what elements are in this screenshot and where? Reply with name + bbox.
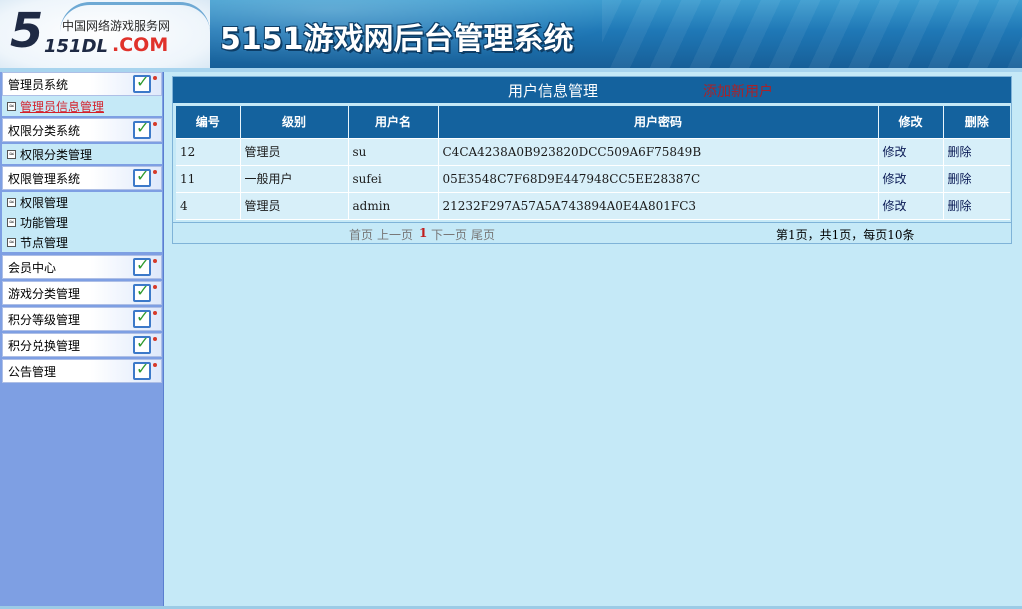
sidebar-item-function-manage[interactable]: ≈ 功能管理 (2, 212, 162, 232)
cell-level: 管理员 (240, 191, 349, 220)
sidebar-section-label: 公告管理 (8, 364, 57, 379)
checklist-icon: ✓ (131, 307, 161, 330)
sidebar-item-node-manage[interactable]: ≈ 节点管理 (2, 232, 162, 252)
sidebar-item-label: 权限分类管理 (20, 147, 93, 162)
column-header-delete: 删除 (943, 106, 1010, 138)
sidebar-section-label: 权限管理系统 (8, 171, 81, 186)
bullet-icon: ≈ (7, 217, 16, 227)
sidebar-item-permission-manage[interactable]: ≈ 权限管理 (2, 192, 162, 212)
sidebar-section-announcements[interactable]: 公告管理 ✓ (2, 359, 162, 383)
sidebar-item-label: 管理员信息管理 (20, 99, 105, 114)
header-banner: 5 中国网络游戏服务网 151DL .COM 5151游戏网后台管理系统 (0, 0, 1022, 68)
add-user-link[interactable]: 添加新用户 (703, 81, 773, 101)
edit-link[interactable]: 修改 (878, 191, 944, 220)
sidebar-item-permission-category-manage[interactable]: ≈ 权限分类管理 (2, 144, 92, 164)
sidebar-section-permission-category[interactable]: 权限分类系统 ✓ (2, 118, 162, 142)
cell-username: admin (348, 191, 439, 220)
pager-first[interactable]: 首页 (349, 226, 373, 243)
logo-tagline: 中国网络游戏服务网 (62, 19, 171, 33)
pager-next[interactable]: 下一页 (431, 226, 467, 243)
sidebar-section-admin-system[interactable]: 管理员系统 ✓ (2, 72, 162, 96)
pager-divider (173, 222, 1011, 223)
checklist-icon: ✓ (131, 359, 161, 382)
cell-id: 12 (176, 137, 241, 165)
bullet-icon: ≈ (7, 237, 16, 247)
sidebar-subgroup-permission-category: ≈ 权限分类管理 (2, 144, 162, 164)
cell-level: 管理员 (240, 137, 349, 165)
logo-151dl: 151DL (44, 36, 108, 57)
edit-link[interactable]: 修改 (878, 137, 944, 165)
bullet-icon: ≈ (7, 149, 16, 159)
cell-level: 一般用户 (240, 164, 349, 192)
sidebar-section-label: 权限分类系统 (8, 123, 81, 138)
table-row: 12 管理员 su C4CA4238A0B923820DCC509A6F7584… (176, 137, 1010, 165)
cell-password: C4CA4238A0B923820DCC509A6F75849B (438, 137, 879, 165)
sidebar-subgroup-admin-system: ≈ 管理员信息管理 (2, 96, 162, 116)
sidebar-section-label: 积分等级管理 (8, 312, 81, 327)
pager: 首页 上一页 1 下一页 尾页 第1页，共1页，每页10条 (173, 225, 1011, 243)
delete-link[interactable]: 删除 (943, 137, 1010, 165)
cell-id: 4 (176, 191, 241, 220)
table-row: 4 管理员 admin 21232F297A57A5A743894A0E4A80… (176, 191, 1010, 220)
column-header-username: 用户名 (348, 106, 439, 138)
cell-username: sufei (348, 164, 439, 192)
column-header-edit: 修改 (878, 106, 944, 138)
checklist-icon: ✓ (131, 166, 161, 189)
pager-last[interactable]: 尾页 (471, 226, 495, 243)
column-header-password: 用户密码 (438, 106, 879, 138)
sidebar-section-permission-system[interactable]: 权限管理系统 ✓ (2, 166, 162, 190)
page-title: 用户信息管理 (508, 82, 599, 100)
header-stripes (602, 0, 1022, 68)
table-header-row: 编号 级别 用户名 用户密码 修改 删除 (176, 106, 1010, 138)
sidebar-item-label: 节点管理 (20, 235, 69, 250)
column-header-level: 级别 (240, 106, 349, 138)
logo: 5 中国网络游戏服务网 151DL .COM (0, 0, 210, 68)
sidebar-section-game-category[interactable]: 游戏分类管理 ✓ (2, 281, 162, 305)
table-row: 11 一般用户 sufei 05E3548C7F68D9E447948CC5EE… (176, 164, 1010, 192)
bullet-icon: ≈ (7, 101, 16, 111)
sidebar-item-label: 功能管理 (20, 215, 69, 230)
logo-five: 5 (10, 3, 44, 59)
logo-com: .COM (112, 34, 169, 56)
pager-prev[interactable]: 上一页 (377, 226, 413, 243)
checklist-icon: ✓ (131, 333, 161, 356)
sidebar-subgroup-permission-system: ≈ 权限管理 ≈ 功能管理 ≈ 节点管理 (2, 192, 162, 252)
cell-id: 11 (176, 164, 241, 192)
user-table: 编号 级别 用户名 用户密码 修改 删除 12 管理员 su C4CA4238A… (176, 106, 1010, 220)
delete-link[interactable]: 删除 (943, 164, 1010, 192)
user-management-panel: 用户信息管理 添加新用户 编号 级别 用户名 用户密码 修改 删除 12 管理员… (172, 76, 1012, 244)
bullet-icon: ≈ (7, 197, 16, 207)
cell-password: 05E3548C7F68D9E447948CC5EE28387C (438, 164, 879, 192)
sidebar-section-label: 积分兑换管理 (8, 338, 81, 353)
delete-link[interactable]: 删除 (943, 191, 1010, 220)
cell-password: 21232F297A57A5A743894A0E4A801FC3 (438, 191, 879, 220)
column-header-id: 编号 (176, 106, 241, 138)
sidebar-section-label: 游戏分类管理 (8, 286, 81, 301)
checklist-icon: ✓ (131, 118, 161, 141)
sidebar-section-points-level[interactable]: 积分等级管理 ✓ (2, 307, 162, 331)
sidebar-section-member-center[interactable]: 会员中心 ✓ (2, 255, 162, 279)
checklist-icon: ✓ (131, 255, 161, 278)
sidebar-section-label: 会员中心 (8, 260, 57, 275)
sidebar-section-label: 管理员系统 (8, 77, 69, 92)
edit-link[interactable]: 修改 (878, 164, 944, 192)
app-title: 5151游戏网后台管理系统 (220, 22, 574, 57)
cell-username: su (348, 137, 439, 165)
pager-current-page: 1 (419, 226, 428, 240)
sidebar-section-points-exchange[interactable]: 积分兑换管理 ✓ (2, 333, 162, 357)
sidebar-item-label: 权限管理 (20, 195, 69, 210)
sidebar-item-admin-info[interactable]: ≈ 管理员信息管理 (2, 96, 104, 116)
sidebar: 管理员系统 ✓ ≈ 管理员信息管理 权限分类系统 ✓ ≈ 权限分类管理 权限管理… (0, 72, 164, 609)
pager-summary: 第1页，共1页，每页10条 (776, 228, 915, 242)
checklist-icon: ✓ (131, 281, 161, 304)
panel-title-bar: 用户信息管理 添加新用户 (173, 77, 1011, 103)
checklist-icon: ✓ (131, 72, 161, 95)
